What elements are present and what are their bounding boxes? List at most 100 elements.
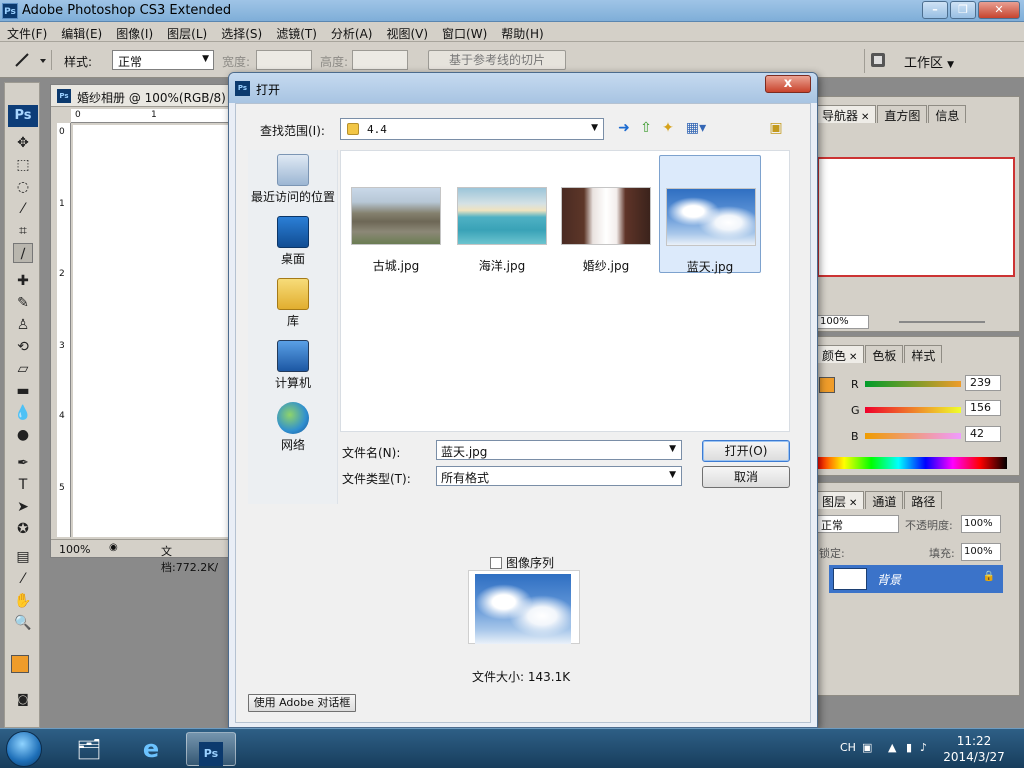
menu-image[interactable]: 图像(I) (109, 22, 160, 41)
zoom-icon[interactable]: 🔍 (13, 613, 33, 633)
style-select[interactable]: 正常 ▼ (112, 50, 214, 70)
healing-brush-icon[interactable]: ✚ (13, 271, 33, 291)
clone-stamp-icon[interactable]: ♙ (13, 315, 33, 335)
foreground-color-swatch[interactable] (819, 377, 835, 393)
opacity-field[interactable]: 100% (961, 515, 1001, 533)
file-item[interactable]: 古城.jpg (345, 155, 447, 273)
blend-mode-select[interactable]: 正常 (817, 515, 899, 533)
cancel-button[interactable]: 取消 (702, 466, 790, 488)
place-library[interactable]: 库 (248, 278, 338, 329)
new-folder-icon[interactable]: ✦ (658, 118, 678, 138)
tab-color[interactable]: 颜色 ✕ (815, 345, 865, 363)
bridge-folder-icon[interactable]: ▣ (766, 118, 786, 138)
taskbar-ie[interactable]: e (126, 732, 176, 766)
menu-select[interactable]: 选择(S) (214, 22, 269, 41)
dialog-titlebar[interactable]: Ps 打开 x (229, 73, 817, 103)
notes-icon[interactable]: ▤ (13, 547, 33, 567)
layer-row[interactable]: 背景 🔒 (829, 565, 1003, 593)
filetype-select[interactable]: 所有格式 ▼ (436, 466, 682, 486)
crop-icon[interactable]: ⌗ (13, 221, 33, 241)
look-in-select[interactable]: 4.4 ▼ (340, 118, 604, 140)
lasso-icon[interactable]: ◌ (13, 177, 33, 197)
use-adobe-dialog-button[interactable]: 使用 Adobe 对话框 (248, 694, 356, 712)
green-value-field[interactable]: 156 (965, 400, 1001, 416)
fill-field[interactable]: 100% (961, 543, 1001, 561)
start-button[interactable] (6, 731, 42, 767)
zoom-level[interactable]: 100% (59, 543, 90, 556)
status-menu-icon[interactable]: ◉ (109, 542, 118, 553)
place-recent[interactable]: 最近访问的位置 (248, 154, 338, 205)
blue-slider[interactable] (865, 433, 961, 439)
eyedropper-icon[interactable]: ⁄ (13, 569, 33, 589)
close-icon[interactable]: ✕ (849, 352, 857, 363)
navigator-zoom-slider[interactable] (899, 321, 985, 323)
file-item[interactable]: 婚纱.jpg (555, 155, 657, 273)
tab-histogram[interactable]: 直方图 (877, 105, 928, 123)
ime-icon[interactable]: ▣ (862, 741, 872, 754)
close-button[interactable]: ✕ (978, 1, 1020, 19)
back-icon[interactable]: ➜ (614, 118, 634, 138)
language-indicator[interactable]: CH (840, 741, 856, 754)
hand-icon[interactable]: ✋ (13, 591, 33, 611)
taskbar-clock[interactable]: 11:22 2014/3/27 (934, 733, 1014, 765)
menu-file[interactable]: 文件(F) (0, 22, 54, 41)
slices-from-guides-button[interactable]: 基于参考线的切片 (428, 50, 566, 70)
place-desktop[interactable]: 桌面 (248, 216, 338, 267)
close-icon[interactable]: ✕ (849, 498, 857, 509)
menu-analysis[interactable]: 分析(A) (324, 22, 380, 41)
up-folder-icon[interactable]: ⇧ (636, 118, 656, 138)
menu-layer[interactable]: 图层(L) (160, 22, 214, 41)
green-slider[interactable] (865, 407, 961, 413)
view-menu-icon[interactable]: ▦▾ (682, 118, 710, 138)
document-title-bar[interactable]: Ps 婚纱相册 @ 100%(RGB/8) (51, 85, 229, 107)
dodge-icon[interactable]: ● (13, 425, 33, 445)
file-item-selected[interactable]: 蓝天.jpg (659, 155, 761, 274)
taskbar-photoshop[interactable]: Ps (186, 732, 236, 766)
red-value-field[interactable]: 239 (965, 375, 1001, 391)
menu-filter[interactable]: 滤镜(T) (269, 22, 324, 41)
restore-button[interactable]: ❐ (950, 1, 976, 19)
open-button[interactable]: 打开(O) (702, 440, 790, 462)
menu-help[interactable]: 帮助(H) (494, 22, 550, 41)
volume-icon[interactable]: ♪ (920, 741, 927, 754)
shape-icon[interactable]: ✪ (13, 519, 33, 539)
path-selection-icon[interactable]: ➤ (13, 497, 33, 517)
tab-styles[interactable]: 样式 (904, 345, 943, 363)
red-slider[interactable] (865, 381, 961, 387)
quick-mask-icon[interactable]: ◙ (13, 689, 33, 709)
gradient-icon[interactable]: ▬ (13, 381, 33, 401)
tool-preset-picker[interactable] (10, 50, 52, 70)
menu-edit[interactable]: 编辑(E) (54, 22, 109, 41)
file-item[interactable]: 海洋.jpg (451, 155, 553, 273)
height-field[interactable] (352, 50, 408, 70)
taskbar-explorer[interactable]: 🗂 (64, 732, 114, 766)
close-icon[interactable]: ✕ (861, 112, 869, 123)
color-spectrum-bar[interactable] (817, 457, 1007, 469)
menu-view[interactable]: 视图(V) (379, 22, 435, 41)
slice-icon[interactable]: ∕ (13, 243, 33, 263)
place-computer[interactable]: 计算机 (248, 340, 338, 391)
blue-value-field[interactable]: 42 (965, 426, 1001, 442)
magic-wand-icon[interactable]: ⁄ (13, 199, 33, 219)
show-hidden-icons[interactable]: ▲ (888, 741, 896, 754)
place-network[interactable]: 网络 (248, 402, 338, 453)
navigator-zoom-field[interactable]: 100% (817, 315, 869, 329)
eraser-icon[interactable]: ▱ (13, 359, 33, 379)
network-tray-icon[interactable]: ▮ (906, 741, 912, 754)
type-icon[interactable]: T (13, 475, 33, 495)
document-canvas[interactable] (73, 125, 231, 537)
tab-layers[interactable]: 图层 ✕ (815, 491, 865, 509)
navigator-preview[interactable] (817, 157, 1015, 277)
tab-swatches[interactable]: 色板 (865, 345, 904, 363)
dialog-close-button[interactable]: x (765, 75, 811, 93)
tab-channels[interactable]: 通道 (865, 491, 904, 509)
tab-info[interactable]: 信息 (928, 105, 967, 123)
blur-icon[interactable]: 💧 (13, 403, 33, 423)
foreground-color-swatch[interactable] (11, 655, 29, 673)
image-sequence-checkbox[interactable]: 图像序列 (490, 554, 554, 571)
width-field[interactable] (256, 50, 312, 70)
tab-navigator[interactable]: 导航器 ✕ (815, 105, 877, 123)
tab-paths[interactable]: 路径 (904, 491, 943, 509)
workspace-menu[interactable]: 工作区 ▼ (904, 52, 954, 71)
filename-input[interactable]: 蓝天.jpg ▼ (436, 440, 682, 460)
